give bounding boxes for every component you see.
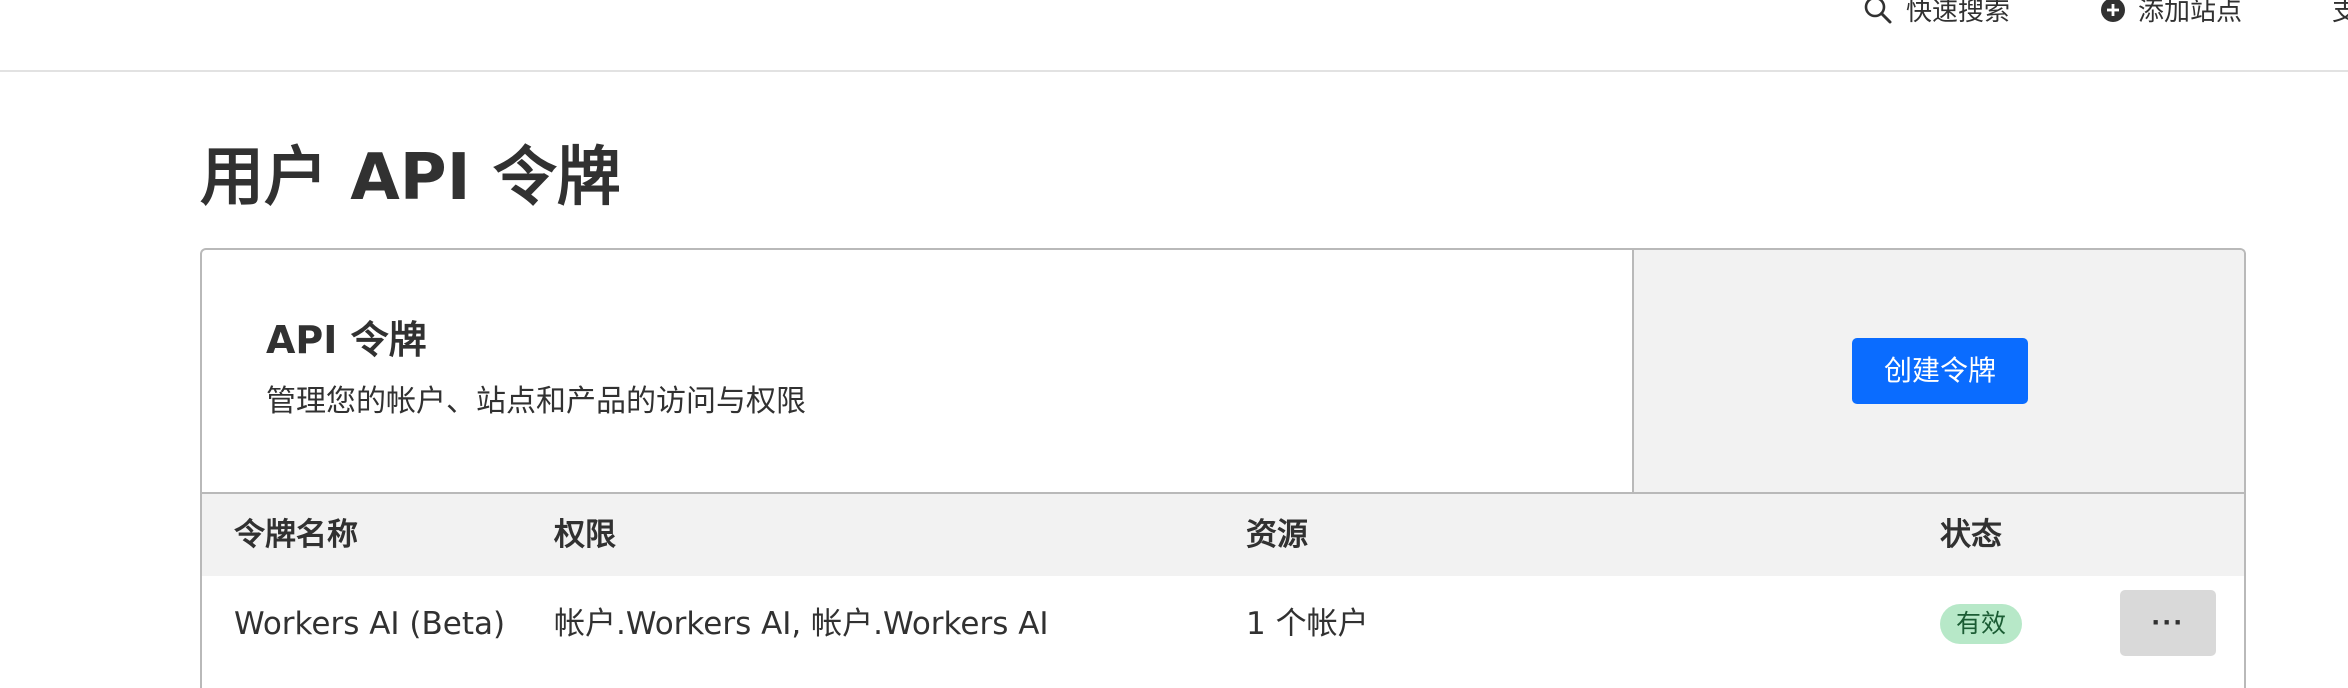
card-header-actions: 创建令牌 [1634,250,2244,494]
table-row: Workers AI (Beta) 帐户.Workers AI, 帐户.Work… [202,576,2244,688]
topbar-overflow-item[interactable]: 支 [2332,0,2348,29]
quick-search-button[interactable]: 快速搜索 [1862,0,2010,29]
create-token-button[interactable]: 创建令牌 [1852,338,2028,404]
token-permissions: 帐户.Workers AI, 帐户.Workers AI [554,606,1049,642]
card-description: 管理您的帐户、站点和产品的访问与权限 [266,384,806,419]
token-name: Workers AI (Beta) [234,606,506,642]
column-header-status: 状态 [1940,517,2002,553]
status-badge: 有效 [1940,604,2023,644]
search-icon [1862,0,1894,31]
token-resources: 1 个帐户 [1246,606,1369,642]
column-header-name: 令牌名称 [234,517,358,553]
topbar-overflow-label: 支 [2332,0,2348,27]
page-title: 用户 API 令牌 [200,141,621,215]
card-header-info: API 令牌 管理您的帐户、站点和产品的访问与权限 [202,250,1634,494]
tokens-table-header: 令牌名称 权限 资源 状态 [202,494,2244,576]
row-actions-button[interactable]: ··· [2120,590,2216,656]
add-site-button[interactable]: 添加站点 [2100,0,2242,29]
column-header-resources: 资源 [1246,517,1308,553]
api-tokens-card: API 令牌 管理您的帐户、站点和产品的访问与权限 创建令牌 令牌名称 权限 资… [200,248,2246,688]
card-title: API 令牌 [266,318,427,362]
top-navigation-bar: 快速搜索 添加站点 支 [0,0,2348,72]
column-header-permissions: 权限 [554,517,616,553]
add-site-label: 添加站点 [2138,0,2243,27]
quick-search-label: 快速搜索 [1906,0,2011,27]
plus-circle-icon [2100,0,2126,28]
